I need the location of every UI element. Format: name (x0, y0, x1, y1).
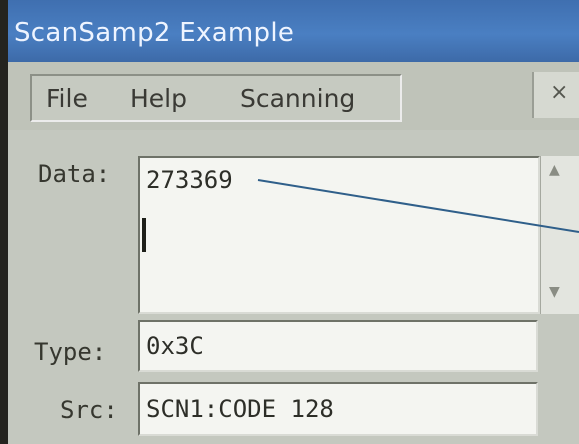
src-value: SCN1:CODE 128 (146, 395, 334, 423)
scroll-up-icon[interactable]: ▲ (549, 162, 560, 178)
data-value: 273369 (146, 166, 233, 194)
type-value: 0x3C (146, 332, 204, 360)
menu-file[interactable]: File (46, 84, 88, 113)
type-field[interactable]: 0x3C (138, 320, 538, 372)
screen: ScanSamp2 Example File Help Scanning × D… (0, 0, 579, 444)
menu-bar: File Help Scanning × (8, 62, 579, 130)
text-caret (142, 218, 146, 252)
menu-frame: File Help Scanning (30, 74, 402, 122)
scroll-down-icon[interactable]: ▼ (549, 284, 560, 300)
type-label: Type: (34, 338, 107, 366)
menu-help[interactable]: Help (130, 84, 187, 113)
menu-scanning[interactable]: Scanning (240, 84, 355, 113)
src-field[interactable]: SCN1:CODE 128 (138, 382, 538, 436)
window-title: ScanSamp2 Example (14, 18, 295, 48)
data-field[interactable]: 273369 (138, 156, 540, 314)
device-display: ScanSamp2 Example File Help Scanning × D… (8, 0, 579, 444)
src-label: Src: (60, 396, 118, 424)
scan-form: Data: 273369 ▲ ▼ Type: 0x3C Src: SCN1:CO… (8, 130, 579, 444)
data-label: Data: (38, 160, 111, 188)
title-bar: ScanSamp2 Example (8, 0, 579, 62)
close-button[interactable]: × (532, 72, 579, 118)
close-icon: × (550, 80, 569, 105)
data-scrollbar[interactable]: ▲ ▼ (540, 156, 579, 314)
